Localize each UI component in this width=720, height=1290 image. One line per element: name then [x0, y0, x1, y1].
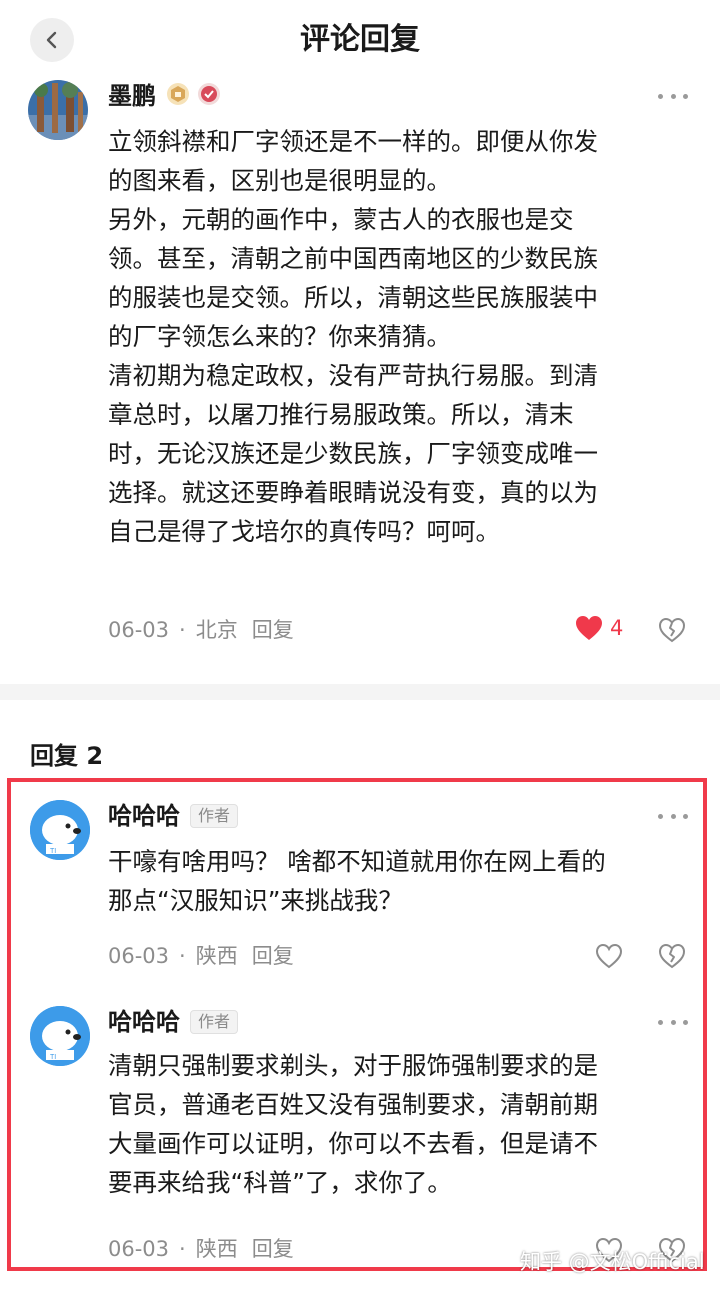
username[interactable]: 墨鹏 — [108, 81, 156, 111]
avatar[interactable] — [28, 80, 88, 140]
watermark: 知乎 @文松Official — [520, 1250, 705, 1274]
comment-meta: 06-03 · 北京 回复 — [108, 616, 294, 644]
like-count: 4 — [610, 616, 624, 640]
more-icon[interactable] — [658, 86, 688, 106]
highlight-frame — [7, 778, 707, 1271]
section-divider — [0, 684, 720, 700]
comment-date: 06-03 — [108, 618, 170, 642]
broken-heart-icon — [658, 617, 686, 643]
level-badge-icon — [166, 82, 190, 110]
like-button[interactable]: 4 — [574, 614, 623, 642]
comment-text: 立领斜襟和厂字领还是不一样的。即便从你发 的图来看，区别也是很明显的。 另外，元… — [108, 127, 598, 546]
heart-filled-icon — [576, 616, 602, 640]
meta-separator: · — [179, 618, 186, 642]
reply-button[interactable]: 回复 — [252, 616, 294, 644]
dislike-button[interactable] — [658, 616, 686, 648]
verified-badge-icon — [197, 82, 221, 110]
page-title: 评论回复 — [300, 22, 420, 57]
comment-location: 北京 — [195, 618, 238, 642]
replies-header: 回复 2 — [30, 742, 104, 770]
